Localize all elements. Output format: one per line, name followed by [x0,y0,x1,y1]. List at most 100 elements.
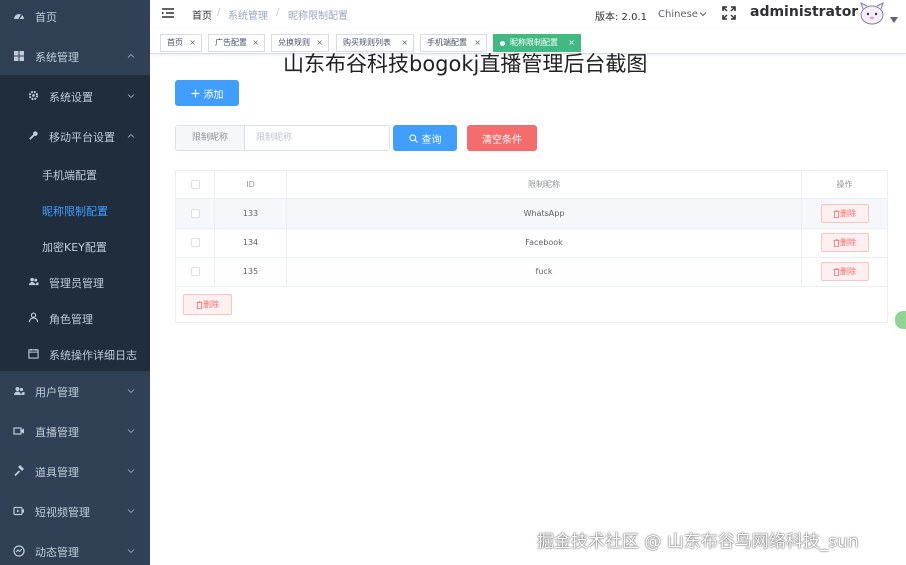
checkbox-cell [176,199,215,228]
header-operation: 操作 [836,180,853,189]
hammer-icon [14,465,24,477]
tag-label: 昵称限制配置 [510,38,558,47]
caret-down-icon[interactable] [890,17,898,23]
bulk-delete-label: 删除 [203,300,219,309]
chevron-down-icon [127,389,135,394]
sidebar-item-short-video-mgmt[interactable]: 短视频管理 [0,491,150,531]
top-navbar: 首页 / 系统管理 / 昵称限制配置 版本: 2.0.1 Chinese adm… [150,0,906,28]
close-icon[interactable]: × [189,35,196,51]
cell-nickname: fuck [287,257,802,286]
operation-cell: 删除 [802,228,887,257]
chevron-down-icon [127,94,135,99]
search-button-label: 查询 [421,134,442,146]
breadcrumb-home[interactable]: 首页 [192,7,212,22]
table-row: 135 fuck 删除 [176,257,887,287]
play-video-icon [13,506,24,516]
add-button[interactable]: 添加 [175,80,239,106]
bulk-delete-button[interactable]: 删除 [183,294,232,315]
close-icon[interactable]: × [252,35,259,51]
sidebar-item-system-mgmt[interactable]: 系统管理 [0,36,150,76]
table-row: 133 WhatsApp 删除 [176,199,887,229]
nickname-search-input[interactable] [246,126,389,150]
tag-home[interactable]: 首页 × [160,34,202,52]
row-checkbox[interactable] [190,238,200,247]
fullscreen-icon[interactable] [721,5,737,21]
checkbox-cell [176,228,215,257]
chevron-down-icon [127,549,135,554]
select-all-checkbox[interactable] [190,180,200,189]
sidebar-item-prop-mgmt[interactable]: 道具管理 [0,451,150,491]
sidebar-item-admin-mgmt[interactable]: 管理员管理 [0,264,150,300]
plus-icon [191,89,199,97]
video-camera-icon [13,427,24,435]
tag-label: 手机端配置 [427,38,467,47]
user-icon [28,312,39,323]
tag-label: 购买规则列表 [343,38,391,47]
delete-button[interactable]: 删除 [820,262,869,281]
sidebar-item-nickname-limit[interactable]: 昵称限制配置 [0,192,150,228]
sidebar-item-label: 用户管理 [35,386,79,399]
sidebar-item-live-mgmt[interactable]: 直播管理 [0,411,150,451]
sidebar-item-encrypt-key[interactable]: 加密KEY配置 [0,228,150,264]
sidebar-item-home[interactable]: 首页 [0,0,150,36]
select-all-cell [176,171,215,198]
row-checkbox[interactable] [190,209,200,218]
breadcrumb-separator: / [276,7,280,18]
clear-conditions-button[interactable]: 清空条件 [467,125,537,151]
sidebar-item-op-log[interactable]: 系统操作详细日志 [0,336,150,372]
users-icon [28,277,39,286]
sidebar-item-user-mgmt[interactable]: 用户管理 [0,371,150,411]
row-checkbox[interactable] [190,267,200,276]
sidebar-item-role-mgmt[interactable]: 角色管理 [0,300,150,336]
watermark-footer: 掘金技术社区 @ 山东布谷鸟网络科技_sun [537,532,859,552]
calendar-icon [28,348,39,359]
chevron-down-icon [127,469,135,474]
sidebar-item-system-settings[interactable]: 系统设置 [0,78,150,114]
floating-tab[interactable] [895,311,906,329]
clear-button-label: 清空条件 [482,134,522,146]
cell-id: 134 [215,228,287,257]
delete-button[interactable]: 删除 [820,204,869,223]
search-button[interactable]: 查询 [393,125,457,151]
table-header-row: ID 限制昵称 操作 [176,171,887,199]
sidebar-item-label: 道具管理 [35,466,79,479]
table-row: 134 Facebook 删除 [176,228,887,258]
sidebar-item-mobile-config[interactable]: 手机端配置 [0,156,150,192]
hamburger-icon[interactable] [161,6,175,20]
sidebar-item-dynamic-mgmt[interactable]: 动态管理 [0,531,150,565]
trash-icon [833,267,840,276]
header-nickname: 限制昵称 [287,171,802,198]
wrench-icon [29,131,38,140]
sidebar-item-label: 角色管理 [49,313,93,326]
chevron-up-icon [127,133,135,138]
avatar[interactable] [857,0,887,26]
chevron-down-icon[interactable] [699,10,707,18]
activity-icon [13,545,25,557]
chevron-up-icon [127,53,135,58]
nickname-table: ID 限制昵称 操作 133 WhatsApp 删除 134 Facebook … [175,170,888,323]
language-select[interactable]: Chinese [658,9,698,20]
trash-icon [196,300,203,309]
cell-nickname: Facebook [287,228,802,257]
sidebar-item-label: 系统操作详细日志 [49,349,137,362]
dashboard-icon [14,14,24,20]
chevron-down-icon [127,509,135,514]
operation-cell: 删除 [802,257,887,286]
sidebar-item-label: 手机端配置 [42,169,97,182]
gear-icon [28,90,39,101]
breadcrumb-separator: / [217,7,221,18]
tag-ad-config[interactable]: 广告配置 × [208,34,265,52]
delete-button[interactable]: 删除 [820,233,869,252]
delete-label: 删除 [840,267,856,276]
sidebar-item-mobile-settings[interactable]: 移动平台设置 [0,118,150,154]
sidebar-item-label: 短视频管理 [35,506,90,519]
users-icon [14,387,25,395]
delete-label: 删除 [840,238,856,247]
sidebar-item-label: 移动平台设置 [49,131,115,144]
breadcrumb-system-mgmt[interactable]: 系统管理 [228,7,268,22]
username-label[interactable]: administrator [750,4,858,20]
tag-label: 广告配置 [215,38,247,47]
delete-label: 删除 [840,209,856,218]
sidebar-item-label: 首页 [35,11,57,24]
trash-icon [833,209,840,218]
